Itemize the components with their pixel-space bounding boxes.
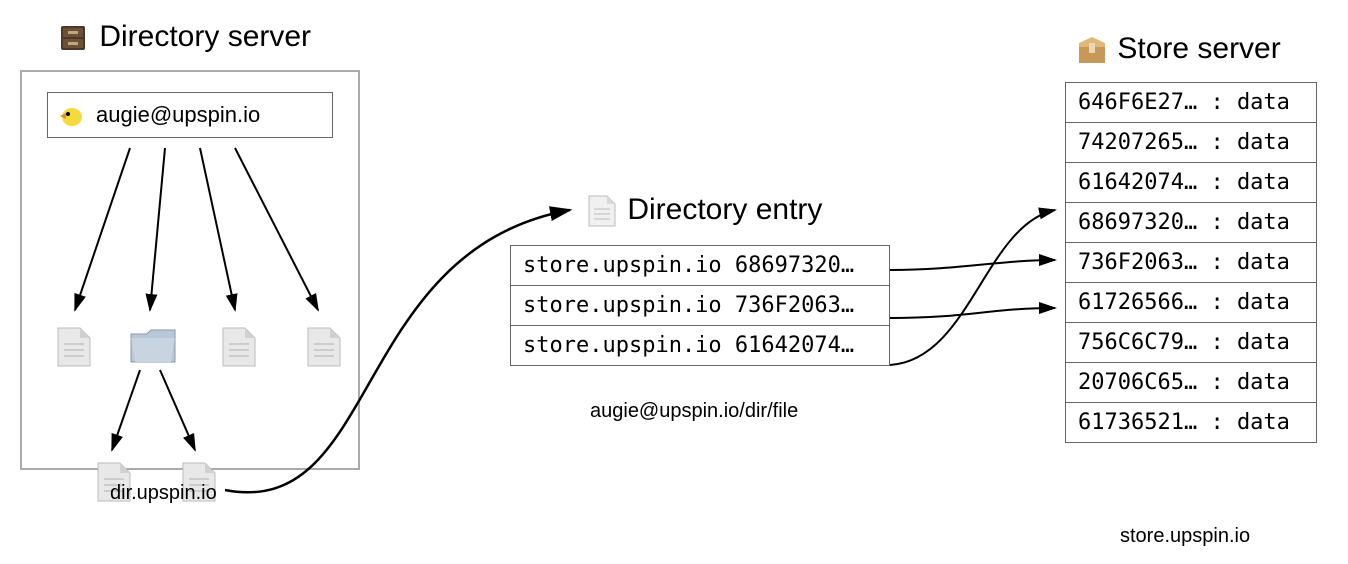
- user-box: augie@upspin.io: [47, 92, 333, 138]
- directory-entry-title-text: Directory entry: [627, 193, 822, 226]
- directory-entry-title: Directory entry: [585, 192, 822, 230]
- store-server-title-text: Store server: [1117, 32, 1280, 65]
- directory-entry-table: store.upspin.io 68697320… store.upspin.i…: [510, 245, 890, 366]
- user-email: augie@upspin.io: [96, 102, 260, 128]
- store-row: 74207265… : data: [1066, 123, 1316, 163]
- store-row: 61642074… : data: [1066, 163, 1316, 203]
- file-icon: [302, 322, 346, 370]
- store-row: 68697320… : data: [1066, 203, 1316, 243]
- file-icon: [217, 322, 261, 370]
- file-icon: [52, 322, 96, 370]
- store-row: 20706C65… : data: [1066, 363, 1316, 403]
- page-icon: [585, 192, 619, 230]
- store-row: 61726566… : data: [1066, 283, 1316, 323]
- bird-icon: [58, 101, 86, 129]
- entry-row: store.upspin.io 68697320…: [511, 246, 889, 286]
- store-row: 646F6E27… : data: [1066, 83, 1316, 123]
- file-cabinet-icon: [55, 20, 91, 56]
- directory-entry-caption: augie@upspin.io/dir/file: [590, 400, 798, 423]
- store-server-caption: store.upspin.io: [1120, 525, 1250, 548]
- store-row: 756C6C79… : data: [1066, 323, 1316, 363]
- store-server-table: 646F6E27… : data 74207265… : data 616420…: [1065, 82, 1317, 443]
- directory-server-box: augie@upspin.io: [20, 70, 360, 470]
- entry-row: store.upspin.io 61642074…: [511, 326, 889, 365]
- store-row: 736F2063… : data: [1066, 243, 1316, 283]
- store-row: 61736521… : data: [1066, 403, 1316, 442]
- directory-server-title-text: Directory server: [99, 20, 311, 53]
- package-icon: [1075, 33, 1109, 67]
- directory-server-title: Directory server: [55, 20, 311, 56]
- directory-server-caption: dir.upspin.io: [110, 482, 217, 505]
- entry-row: store.upspin.io 736F2063…: [511, 286, 889, 326]
- store-server-title: Store server: [1075, 32, 1281, 67]
- folder-icon: [127, 322, 179, 370]
